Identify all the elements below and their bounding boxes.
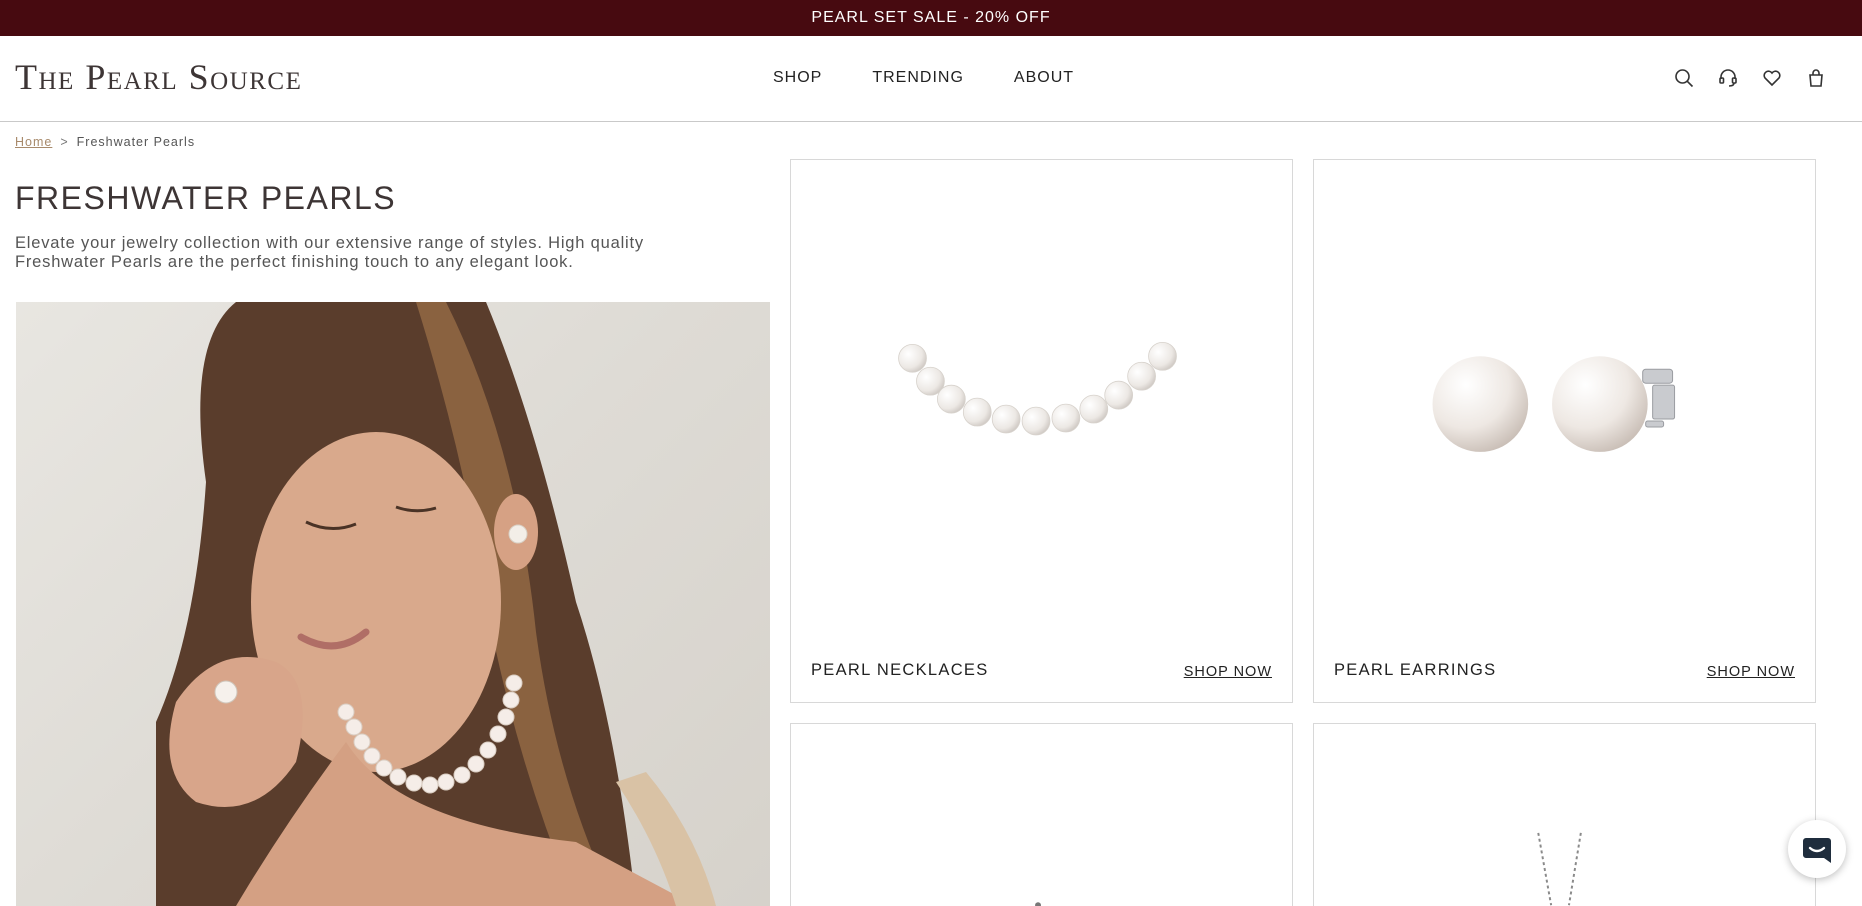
breadcrumb-separator: > [60, 135, 69, 149]
hero-model-image [16, 302, 770, 906]
nav-trending[interactable]: TRENDING [872, 69, 964, 87]
main-nav: SHOP TRENDING ABOUT [773, 69, 1074, 87]
card-label: PEARL NECKLACES [811, 661, 989, 679]
breadcrumb-home[interactable]: Home [15, 135, 52, 149]
live-chat-button[interactable] [1788, 820, 1846, 878]
breadcrumb-current: Freshwater Pearls [76, 135, 196, 149]
nav-about[interactable]: ABOUT [1014, 69, 1074, 87]
category-card-3[interactable] [790, 723, 1293, 906]
site-header: The Pearl Source SHOP TRENDING ABOUT [0, 36, 1862, 122]
pearl-earrings-image [1432, 356, 1676, 452]
pendant-chain-image [1537, 832, 1582, 906]
site-logo[interactable]: The Pearl Source [15, 56, 302, 98]
pearl-necklace-image [898, 341, 1177, 436]
promo-text[interactable]: PEARL SET SALE - 20% OFF [811, 9, 1050, 27]
heart-icon[interactable] [1762, 68, 1782, 88]
page-title: FRESHWATER PEARLS [15, 180, 397, 216]
page-description: Elevate your jewelry collection with our… [15, 234, 644, 271]
shopping-bag-icon[interactable] [1806, 68, 1826, 88]
promo-banner[interactable]: PEARL SET SALE - 20% OFF [0, 0, 1862, 36]
category-card-necklaces[interactable]: PEARL NECKLACES SHOP NOW [790, 159, 1293, 703]
shop-now-link[interactable]: SHOP NOW [1184, 664, 1272, 680]
support-headset-icon[interactable] [1718, 68, 1738, 88]
jewelry-image [1035, 902, 1042, 906]
category-card-4[interactable] [1313, 723, 1816, 906]
category-card-earrings[interactable]: PEARL EARRINGS SHOP NOW [1313, 159, 1816, 703]
card-label: PEARL EARRINGS [1334, 661, 1497, 679]
nav-shop[interactable]: SHOP [773, 69, 822, 87]
chat-bubble-icon [1803, 838, 1831, 863]
shop-now-link[interactable]: SHOP NOW [1707, 664, 1795, 680]
header-icons [1674, 68, 1826, 88]
search-icon[interactable] [1674, 68, 1694, 88]
model-illustration [156, 302, 716, 906]
breadcrumb: Home > Freshwater Pearls [15, 135, 195, 149]
